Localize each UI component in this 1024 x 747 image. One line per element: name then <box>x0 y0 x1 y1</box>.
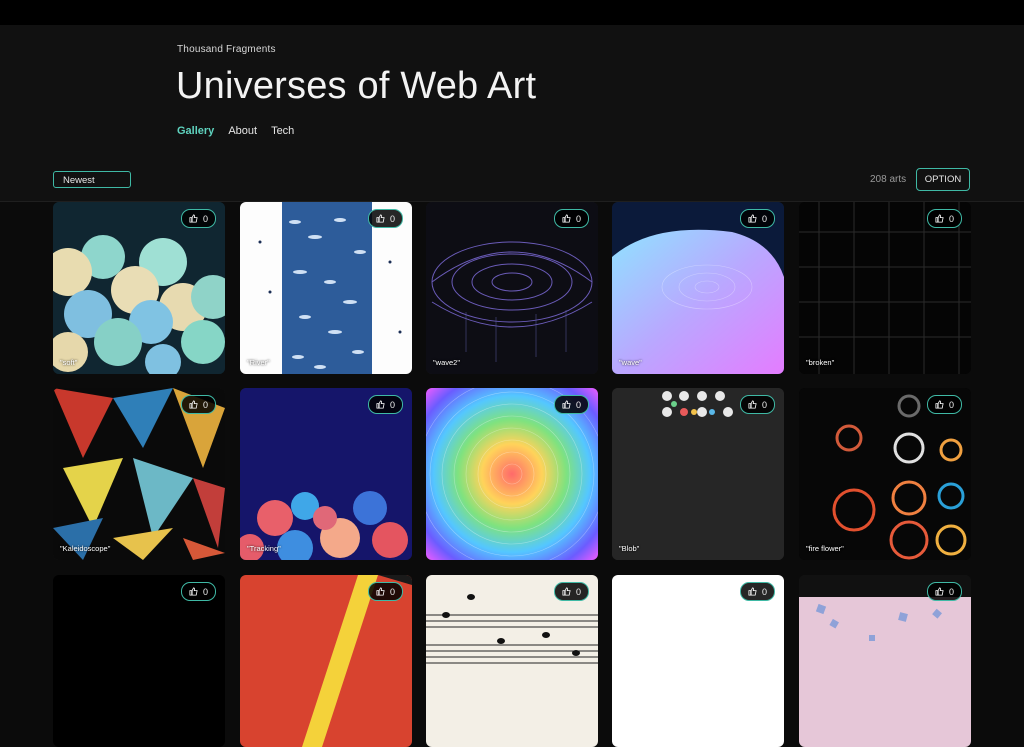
art-card[interactable]: 0 <box>612 575 784 747</box>
art-card[interactable]: 0 <box>240 575 412 747</box>
art-card[interactable]: "Tracking" 0 <box>240 388 412 560</box>
like-button[interactable]: 0 <box>739 395 775 414</box>
like-count: 0 <box>761 586 767 597</box>
like-button[interactable]: 0 <box>553 582 589 601</box>
art-title: "wave2" <box>433 358 461 367</box>
thumbs-up-icon <box>376 400 385 409</box>
art-count: 208 arts <box>870 174 907 185</box>
like-count: 0 <box>948 213 954 224</box>
like-count: 0 <box>202 586 208 597</box>
art-card[interactable]: "soft" 0 <box>53 202 225 374</box>
thumbs-up-icon <box>748 587 757 596</box>
like-button[interactable]: 0 <box>926 395 962 414</box>
thumbs-up-icon <box>935 214 944 223</box>
top-bar <box>0 0 1024 25</box>
thumbs-up-icon <box>748 214 757 223</box>
like-count: 0 <box>948 586 954 597</box>
like-button[interactable]: 0 <box>180 395 216 414</box>
like-count: 0 <box>575 213 581 224</box>
like-button[interactable]: 0 <box>739 582 775 601</box>
option-button[interactable]: OPTION <box>916 168 970 191</box>
like-button[interactable]: 0 <box>553 395 589 414</box>
thumbs-up-icon <box>376 587 385 596</box>
like-count: 0 <box>575 586 581 597</box>
art-title: "Blob" <box>619 544 640 553</box>
art-card[interactable]: "Kaleidoscope" 0 <box>53 388 225 560</box>
like-button[interactable]: 0 <box>926 209 962 228</box>
like-count: 0 <box>575 399 581 410</box>
art-card[interactable]: "wave2" 0 <box>426 202 598 374</box>
art-title: "River" <box>247 358 270 367</box>
art-card[interactable]: "broken" 0 <box>799 202 971 374</box>
art-title: "Kaleidoscope" <box>60 544 111 553</box>
nav-tech[interactable]: Tech <box>271 125 294 137</box>
page-title: Universes of Web Art <box>176 65 537 107</box>
like-button[interactable]: 0 <box>926 582 962 601</box>
art-title: "Tracking" <box>247 544 281 553</box>
thumbs-up-icon <box>935 400 944 409</box>
main-nav: Gallery About Tech <box>177 125 294 137</box>
like-button[interactable]: 0 <box>180 209 216 228</box>
like-count: 0 <box>389 586 395 597</box>
thumbs-up-icon <box>562 587 571 596</box>
thumbs-up-icon <box>189 587 198 596</box>
art-card[interactable]: 0 <box>799 575 971 747</box>
like-count: 0 <box>389 399 395 410</box>
like-button[interactable]: 0 <box>367 209 403 228</box>
thumbs-up-icon <box>189 400 198 409</box>
art-title: "wave" <box>619 358 642 367</box>
like-button[interactable]: 0 <box>367 582 403 601</box>
art-card[interactable]: "wave" 0 <box>612 202 784 374</box>
art-title: "broken" <box>806 358 835 367</box>
art-card[interactable]: 0 <box>53 575 225 747</box>
nav-about[interactable]: About <box>228 125 257 137</box>
art-card[interactable]: "Blob" 0 <box>612 388 784 560</box>
art-title: "fire flower" <box>806 544 844 553</box>
art-card[interactable]: 0 <box>426 388 598 560</box>
thumbs-up-icon <box>189 214 198 223</box>
like-count: 0 <box>948 399 954 410</box>
like-button[interactable]: 0 <box>739 209 775 228</box>
like-count: 0 <box>761 399 767 410</box>
like-count: 0 <box>761 213 767 224</box>
like-count: 0 <box>202 399 208 410</box>
thumbs-up-icon <box>935 587 944 596</box>
art-card[interactable]: 0 <box>426 575 598 747</box>
site-name[interactable]: Thousand Fragments <box>177 44 276 55</box>
site-header: Thousand Fragments Universes of Web Art … <box>0 25 1024 202</box>
art-card[interactable]: "fire flower" 0 <box>799 388 971 560</box>
like-button[interactable]: 0 <box>553 209 589 228</box>
like-button[interactable]: 0 <box>180 582 216 601</box>
art-card[interactable]: "River" 0 <box>240 202 412 374</box>
thumbs-up-icon <box>376 214 385 223</box>
like-button[interactable]: 0 <box>367 395 403 414</box>
thumbs-up-icon <box>748 400 757 409</box>
thumbs-up-icon <box>562 400 571 409</box>
sort-select[interactable]: Newest <box>53 171 131 188</box>
nav-gallery[interactable]: Gallery <box>177 125 214 137</box>
art-title: "soft" <box>60 358 78 367</box>
like-count: 0 <box>202 213 208 224</box>
thumbs-up-icon <box>562 214 571 223</box>
like-count: 0 <box>389 213 395 224</box>
